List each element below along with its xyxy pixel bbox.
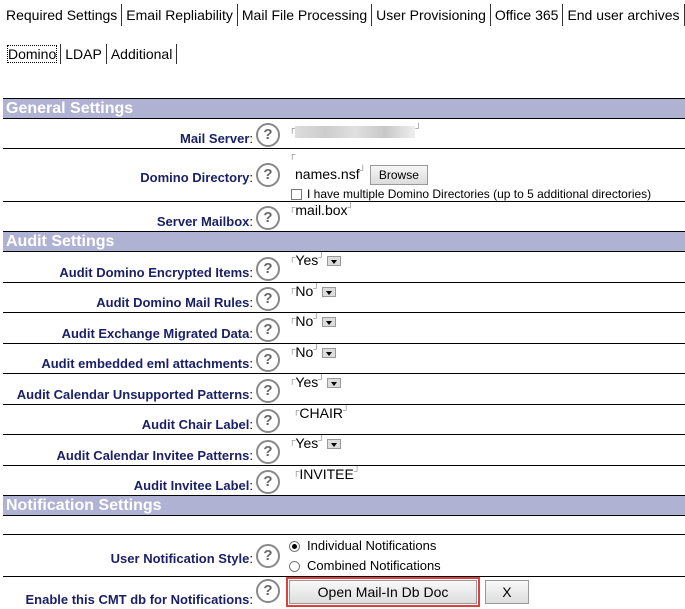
subtab-additional[interactable]: Additional	[107, 44, 178, 64]
radio-combined-button[interactable]	[289, 561, 300, 573]
tab-office-365[interactable]: Office 365	[491, 4, 564, 26]
clear-button[interactable]: X	[484, 580, 529, 604]
tab-email-repliability[interactable]: Email Repliability	[122, 4, 238, 26]
server-mailbox-input[interactable]: mail.box	[295, 202, 347, 218]
domino-directory-label: Domino Directory:	[3, 148, 253, 202]
help-icon[interactable]: ?	[256, 206, 280, 230]
audit-label: Audit Calendar Unsupported Patterns:	[3, 373, 253, 405]
audit-label: Audit Domino Mail Rules:	[3, 282, 253, 313]
multiple-directories-label: I have multiple Domino Directories (up t…	[307, 187, 652, 201]
audit-label: Audit Invitee Label:	[3, 465, 253, 496]
dropdown-arrow-icon[interactable]	[321, 347, 336, 358]
help-icon[interactable]: ?	[256, 317, 280, 342]
help-icon[interactable]: ?	[256, 439, 280, 464]
audit-label: Audit Chair Label:	[3, 404, 253, 435]
dropdown-arrow-icon[interactable]	[326, 378, 341, 389]
mail-server-input[interactable]	[295, 126, 416, 139]
server-mailbox-label: Server Mailbox:	[3, 201, 253, 232]
browse-button[interactable]: Browse	[369, 165, 428, 185]
help-icon[interactable]: ?	[256, 470, 280, 494]
audit-value-field[interactable]: No	[295, 313, 313, 329]
audit-value-field[interactable]: Yes	[295, 435, 318, 451]
spacer-row	[3, 515, 685, 535]
audit-row: Audit Domino Mail Rules: ? ┌No┘	[3, 282, 685, 313]
audit-value-field[interactable]: No	[295, 283, 313, 299]
dropdown-arrow-icon[interactable]	[326, 439, 341, 450]
audit-label: Audit Exchange Migrated Data:	[3, 312, 253, 344]
audit-label: Audit Calendar Invitee Patterns:	[3, 434, 253, 466]
audit-row: Audit Calendar Invitee Patterns: ? ┌Yes┘	[3, 434, 685, 466]
multiple-directories-checkbox[interactable]	[291, 189, 302, 201]
audit-value-field[interactable]: Yes	[295, 252, 318, 268]
dropdown-arrow-icon[interactable]	[326, 256, 341, 267]
audit-row: Audit Domino Encrypted Items: ? ┌Yes┘	[3, 251, 685, 283]
audit-label: Audit Domino Encrypted Items:	[3, 251, 253, 283]
help-icon[interactable]: ?	[256, 409, 280, 433]
radio-individual-button[interactable]	[289, 541, 300, 553]
help-icon[interactable]: ?	[256, 378, 280, 403]
audit-value-field[interactable]: No	[295, 344, 313, 360]
help-icon[interactable]: ?	[256, 123, 280, 147]
audit-row: Audit embedded eml attachments: ? ┌No┘	[3, 343, 685, 374]
audit-row: Audit Calendar Unsupported Patterns: ? ┌…	[3, 373, 685, 405]
dropdown-arrow-icon[interactable]	[321, 317, 336, 328]
main-tabs: Required Settings Email Repliability Mai…	[2, 4, 685, 26]
open-mail-in-db-doc-button[interactable]: Open Mail-In Db Doc	[286, 577, 480, 607]
help-icon[interactable]: ?	[256, 163, 280, 187]
subtab-domino[interactable]: Domino	[4, 44, 62, 64]
settings-form: General Settings Mail Server: ? ┌ ┘ Domin…	[3, 98, 685, 609]
sub-tabs: Domino LDAP Additional	[4, 44, 178, 64]
tab-user-provisioning[interactable]: User Provisioning	[372, 4, 491, 26]
section-audit-settings: Audit Settings	[3, 231, 685, 252]
domino-directory-input[interactable]: names.nsf	[295, 166, 360, 182]
tab-end-user-archives[interactable]: End user archives	[563, 4, 685, 26]
subtab-domino-label: Domino	[6, 45, 58, 63]
dropdown-arrow-icon[interactable]	[321, 286, 336, 297]
audit-row: Audit Exchange Migrated Data: ? ┌No┘	[3, 312, 685, 344]
help-icon[interactable]: ?	[256, 348, 280, 372]
audit-label: Audit embedded eml attachments:	[3, 343, 253, 374]
section-notification-settings: Notification Settings	[3, 495, 685, 516]
audit-value-field[interactable]: CHAIR	[299, 405, 343, 421]
audit-row: Audit Chair Label: ? ┌CHAIR┘	[3, 404, 685, 435]
help-icon[interactable]: ?	[256, 256, 280, 281]
user-notification-style-label: User Notification Style:	[3, 534, 253, 577]
help-icon[interactable]: ?	[256, 578, 280, 603]
audit-row: Audit Invitee Label: ? ┌INVITEE┘	[3, 465, 685, 496]
audit-value-field[interactable]: Yes	[295, 374, 318, 390]
radio-individual[interactable]: Individual Notifications	[289, 536, 685, 556]
mail-server-label: Mail Server:	[3, 118, 253, 149]
enable-cmt-label: Enable this CMT db for Notifications:	[25, 591, 253, 607]
help-icon[interactable]: ?	[256, 287, 280, 311]
tab-required-settings[interactable]: Required Settings	[2, 4, 123, 26]
radio-combined[interactable]: Combined Notifications	[289, 556, 685, 576]
subtab-ldap[interactable]: LDAP	[61, 44, 107, 64]
help-icon[interactable]: ?	[256, 544, 280, 568]
section-general-settings: General Settings	[3, 98, 685, 119]
tab-mail-file-processing[interactable]: Mail File Processing	[238, 4, 373, 26]
audit-value-field[interactable]: INVITEE	[299, 466, 353, 482]
